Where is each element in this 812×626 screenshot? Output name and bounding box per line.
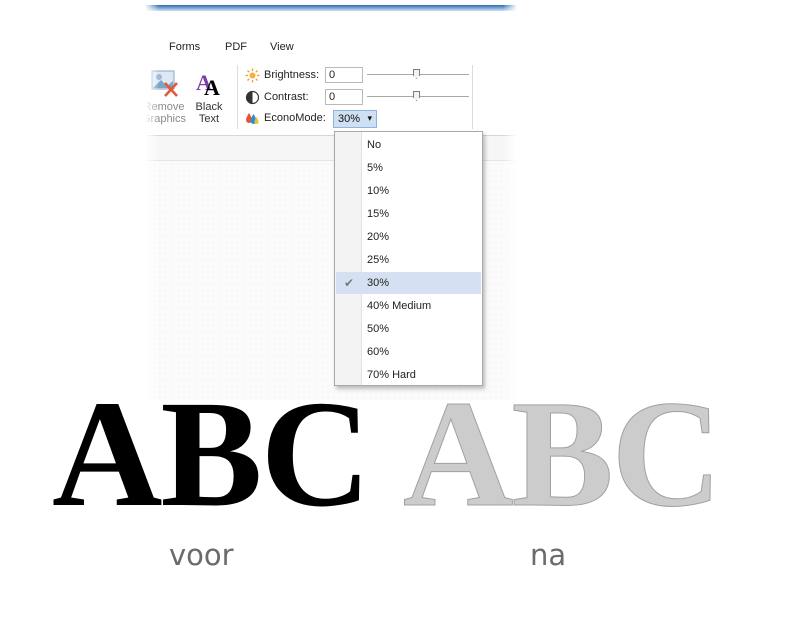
- brightness-row: Brightness:: [245, 67, 505, 85]
- option-label: 40% Medium: [367, 300, 432, 312]
- brightness-label: Brightness:: [264, 69, 320, 81]
- contrast-slider[interactable]: [367, 89, 469, 105]
- ink-drops-icon: [245, 111, 260, 126]
- brightness-slider[interactable]: [367, 67, 469, 83]
- option-30[interactable]: ✔ 30%: [336, 272, 481, 294]
- contrast-label: Contrast:: [264, 91, 309, 103]
- remove-graphics-label-2: Graphics: [145, 113, 187, 125]
- option-10[interactable]: 10%: [336, 180, 481, 202]
- menu-pdf[interactable]: PDF: [225, 41, 247, 53]
- option-15[interactable]: 15%: [336, 203, 481, 225]
- sample-text-before: ABC: [52, 370, 371, 539]
- black-text-button[interactable]: A A Black Text: [191, 68, 227, 125]
- black-text-label-2: Text: [198, 113, 220, 125]
- option-label: 25%: [367, 254, 390, 266]
- option-label: 5%: [367, 162, 383, 174]
- remove-graphics-label-1: Remove: [145, 101, 185, 113]
- menu-bar: Forms PDF View: [145, 35, 517, 59]
- economode-dropdown[interactable]: 30% ▾: [333, 110, 377, 128]
- economode-row: EconoMode: 30% ▾: [245, 110, 505, 128]
- option-label: 20%: [367, 231, 390, 243]
- option-25[interactable]: 25%: [336, 249, 481, 271]
- chevron-down-icon: ▾: [367, 113, 372, 123]
- title-bar: [145, 5, 517, 11]
- option-60[interactable]: 60%: [336, 341, 481, 363]
- ribbon-separator: [472, 65, 473, 129]
- option-label: 15%: [367, 208, 390, 220]
- option-20[interactable]: 20%: [336, 226, 481, 248]
- ribbon-panel: Remove Graphics A A Black Text Brightnes…: [145, 60, 517, 136]
- option-label: 30%: [367, 277, 390, 289]
- black-text-icon: A A: [193, 68, 225, 100]
- remove-graphics-icon: [148, 68, 180, 98]
- contrast-icon: [245, 90, 260, 105]
- slider-thumb[interactable]: [413, 69, 420, 79]
- caption-before: voor: [169, 538, 234, 572]
- checkmark-icon: ✔: [344, 276, 355, 290]
- economode-options-list: No 5% 10% 15% 20% 25% ✔ 30% 40% Medium 5…: [334, 131, 483, 386]
- option-label: 60%: [367, 346, 390, 358]
- option-label: No: [367, 139, 382, 151]
- remove-graphics-button[interactable]: Remove Graphics: [145, 68, 187, 125]
- menu-forms[interactable]: Forms: [169, 41, 200, 53]
- menu-view[interactable]: View: [270, 41, 294, 53]
- black-text-label-1: Black: [195, 101, 223, 113]
- option-no[interactable]: No: [336, 134, 481, 156]
- option-5[interactable]: 5%: [336, 157, 481, 179]
- contrast-input[interactable]: [325, 89, 363, 105]
- slider-thumb[interactable]: [413, 91, 420, 101]
- option-50[interactable]: 50%: [336, 318, 481, 340]
- svg-text:A: A: [204, 75, 220, 98]
- economode-value: 30%: [338, 113, 361, 125]
- caption-after: na: [530, 538, 567, 572]
- sun-icon: [245, 68, 260, 83]
- contrast-row: Contrast:: [245, 89, 505, 107]
- option-label: 50%: [367, 323, 390, 335]
- sample-text-after: ABC: [402, 370, 722, 539]
- brightness-input[interactable]: [325, 67, 363, 83]
- ribbon-separator: [237, 65, 238, 129]
- option-label: 10%: [367, 185, 390, 197]
- option-40-medium[interactable]: 40% Medium: [336, 295, 481, 317]
- economode-label: EconoMode:: [264, 112, 326, 124]
